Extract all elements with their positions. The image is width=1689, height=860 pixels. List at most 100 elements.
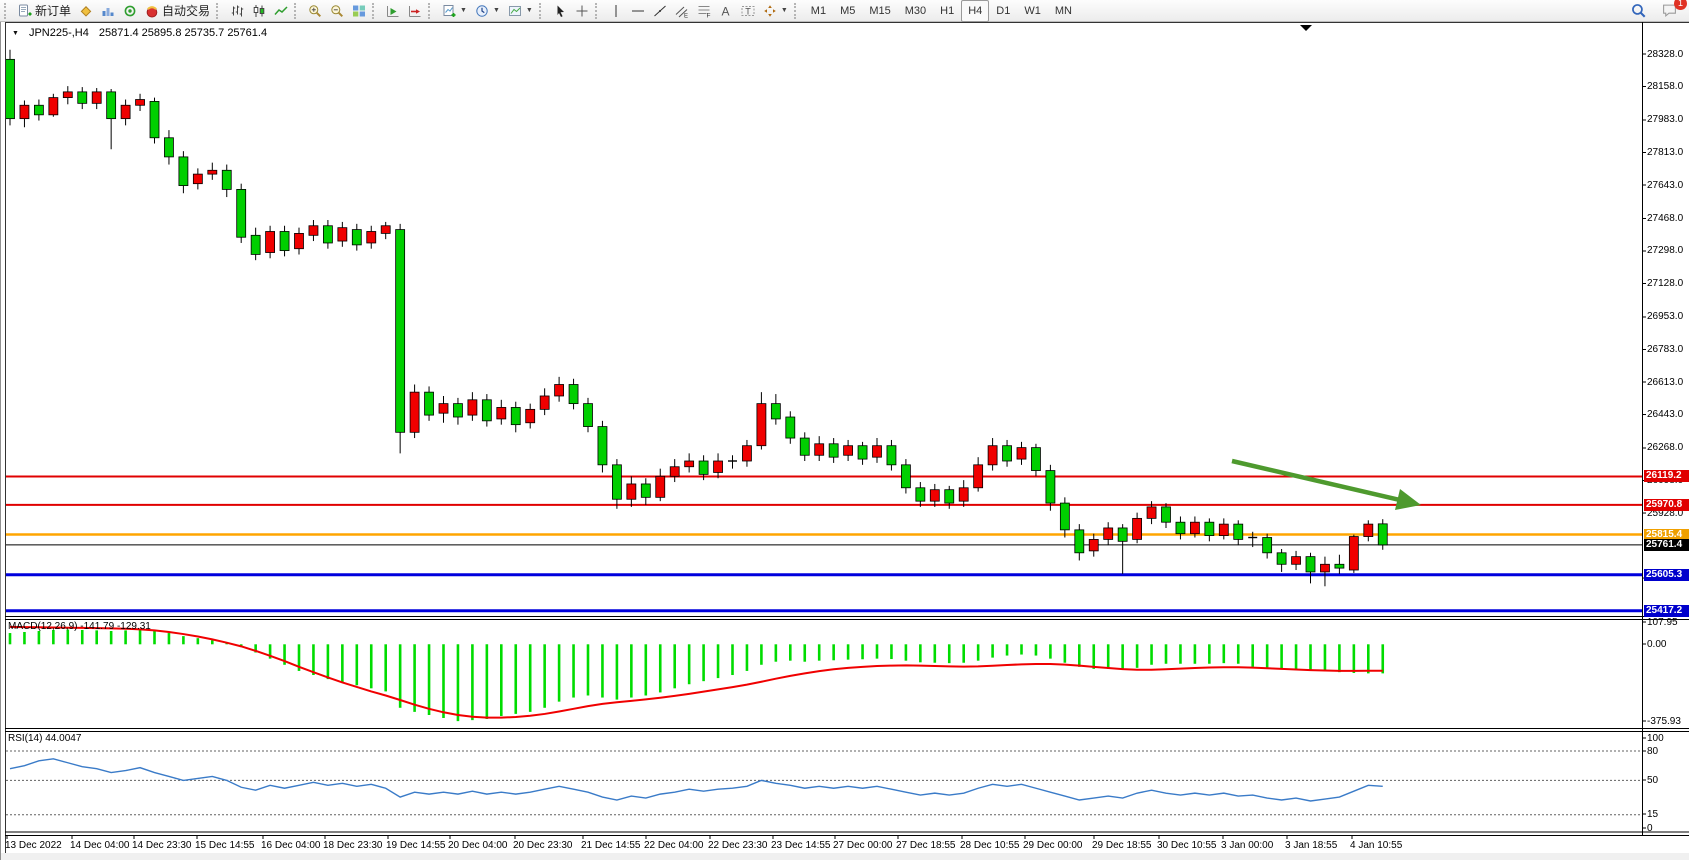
autotrading-icon (145, 4, 159, 18)
timeframe-h1-button[interactable]: H1 (933, 0, 961, 22)
timeframe-m1-button[interactable]: M1 (804, 0, 833, 22)
time-axis-tick: 21 Dec 14:55 (581, 840, 641, 851)
market-watch-button[interactable] (97, 0, 119, 22)
notifications-button[interactable]: 1 (1658, 0, 1681, 22)
timeframe-h4-button[interactable]: H4 (961, 0, 989, 22)
tile-windows-button[interactable] (348, 0, 370, 22)
new-order-icon (18, 4, 32, 18)
fibo-icon: F (697, 4, 711, 18)
time-axis-tick: 22 Dec 04:00 (644, 840, 704, 851)
dropdown-arrow-icon[interactable]: ▼ (460, 7, 467, 14)
price-level-badge: 25761.4 (1644, 539, 1689, 551)
text-button[interactable]: A (715, 0, 737, 22)
dropdown-arrow-icon[interactable]: ▼ (526, 7, 533, 14)
templates-button[interactable]: ▼ (504, 0, 537, 22)
time-axis-tick: 23 Dec 14:55 (771, 840, 831, 851)
new-order-button[interactable]: 新订单 (14, 0, 75, 22)
timeframe-m30-button[interactable]: M30 (898, 0, 933, 22)
new-order-label: 新订单 (35, 2, 71, 19)
line-icon (274, 4, 288, 18)
search-button[interactable] (1627, 0, 1650, 22)
timeframe-d1-button[interactable]: D1 (989, 0, 1017, 22)
timeframe-w1-button[interactable]: W1 (1017, 0, 1048, 22)
dropdown-arrow-icon[interactable]: ▼ (781, 7, 788, 14)
time-axis-tick: 30 Dec 10:55 (1157, 840, 1217, 851)
price-level-badge: 25970.8 (1644, 499, 1689, 511)
chart-profiles-button[interactable] (75, 0, 97, 22)
text-icon: A (719, 4, 733, 18)
fibonacci-button[interactable]: F (693, 0, 715, 22)
toolbar-separator (539, 3, 545, 19)
time-axis-tick: 29 Dec 18:55 (1092, 840, 1152, 851)
horizontal-line-button[interactable] (627, 0, 649, 22)
new-chart-button[interactable]: ▼ (438, 0, 471, 22)
time-axis-tick: 15 Dec 14:55 (195, 840, 255, 851)
toolbar-separator (794, 3, 800, 19)
svg-text:E: E (684, 13, 688, 18)
macd-axis-tick: 0.00 (1647, 639, 1666, 650)
chart-shift-button[interactable] (404, 0, 426, 22)
crosshair-icon (575, 4, 589, 18)
time-axis-tick: 29 Dec 00:00 (1023, 840, 1083, 851)
dropdown-arrow-icon[interactable]: ▼ (493, 7, 500, 14)
new-chart-icon (442, 4, 456, 18)
time-axis-tick: 27 Dec 18:55 (896, 840, 956, 851)
chart-canvas[interactable] (0, 0, 1689, 860)
time-axis-tick: 20 Dec 23:30 (513, 840, 573, 851)
cursor-icon (553, 4, 567, 18)
timeframe-m15-button[interactable]: M15 (862, 0, 897, 22)
arrows-icon (763, 4, 777, 18)
navigator-icon (123, 4, 137, 18)
bars-icon (230, 4, 244, 18)
bar-chart-button[interactable] (226, 0, 248, 22)
time-axis-tick: 22 Dec 23:30 (708, 840, 768, 851)
macd-axis-tick: -375.93 (1647, 716, 1681, 727)
periodicity-button[interactable]: ▼ (471, 0, 504, 22)
time-axis-tick: 14 Dec 23:30 (132, 840, 192, 851)
time-axis-tick: 16 Dec 04:00 (261, 840, 321, 851)
notification-badge: 1 (1674, 0, 1687, 10)
navigator-button[interactable] (119, 0, 141, 22)
time-axis-tick: 20 Dec 04:00 (448, 840, 508, 851)
toolbar-right: 1 (1627, 0, 1681, 22)
tile-icon (352, 4, 366, 18)
mt4-window: 新订单 自动交易 ▼ ▼ ▼ E FAT ▼ M1M5M15M30H1H4D1W1MN 1 ▼ J… (0, 0, 1689, 860)
timeframe-m5-button[interactable]: M5 (833, 0, 862, 22)
zoom-in-button[interactable] (304, 0, 326, 22)
rsi-axis-tick: 100 (1647, 733, 1664, 744)
price-axis-tick: 26783.0 (1647, 344, 1683, 355)
zoom-out-button[interactable] (326, 0, 348, 22)
svg-text:A: A (721, 4, 729, 18)
collapse-icon[interactable]: ▼ (12, 30, 19, 37)
toolbar-separator (595, 3, 601, 19)
text-label-button[interactable]: T (737, 0, 759, 22)
price-axis-tick: 26953.0 (1647, 311, 1683, 322)
equidistant-channel-button[interactable]: E (671, 0, 693, 22)
crosshair-button[interactable] (571, 0, 593, 22)
autotrading-button[interactable]: 自动交易 (141, 0, 214, 22)
time-axis-tick: 28 Dec 10:55 (960, 840, 1020, 851)
arrows-button[interactable]: ▼ (759, 0, 792, 22)
rsi-axis-tick: 80 (1647, 746, 1658, 757)
line-chart-button[interactable] (270, 0, 292, 22)
rsi-axis-tick: 15 (1647, 809, 1658, 820)
time-axis-tick: 27 Dec 00:00 (833, 840, 893, 851)
candles-icon (252, 4, 266, 18)
candlestick-chart-button[interactable] (248, 0, 270, 22)
rsi-axis-tick: 50 (1647, 775, 1658, 786)
time-axis-tick: 13 Dec 2022 (5, 840, 62, 851)
price-axis-tick: 27813.0 (1647, 147, 1683, 158)
price-axis-tick: 27643.0 (1647, 180, 1683, 191)
cursor-button[interactable] (549, 0, 571, 22)
timeframe-mn-button[interactable]: MN (1048, 0, 1079, 22)
price-axis-tick: 26268.0 (1647, 442, 1683, 453)
vertical-line-button[interactable] (605, 0, 627, 22)
price-axis-tick: 27468.0 (1647, 213, 1683, 224)
scroll-icon (386, 4, 400, 18)
macd-axis-tick: 107.95 (1647, 617, 1678, 628)
auto-scroll-button[interactable] (382, 0, 404, 22)
trendline-button[interactable] (649, 0, 671, 22)
symbol-name: JPN225-,H4 (29, 27, 89, 39)
price-axis-tick: 28328.0 (1647, 49, 1683, 60)
channel-icon: E (675, 4, 689, 18)
